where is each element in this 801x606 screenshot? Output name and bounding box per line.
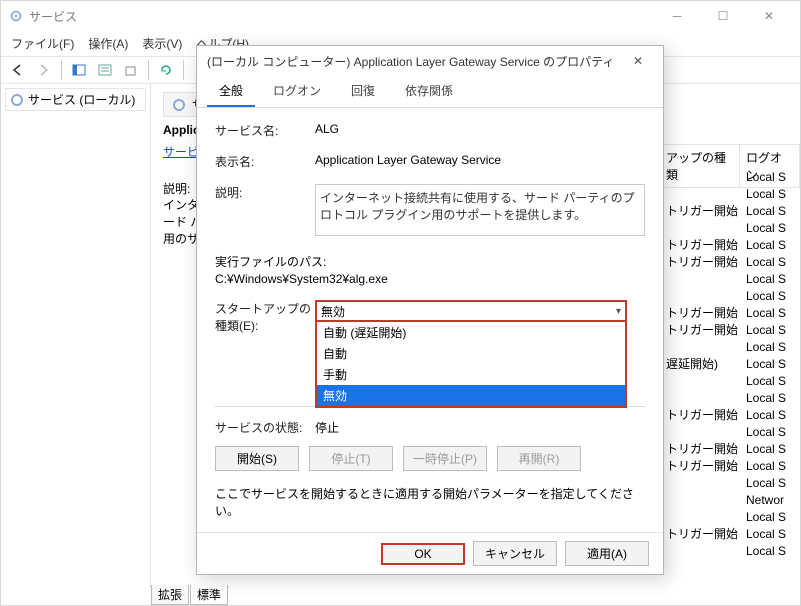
window-titlebar: サービス ─ ☐ ✕ <box>1 1 800 31</box>
display-name-value: Application Layer Gateway Service <box>315 153 645 170</box>
panel-icon <box>72 63 86 77</box>
list-row[interactable]: Local S <box>660 168 800 185</box>
gear-icon <box>172 98 186 112</box>
display-name-label: 表示名: <box>215 153 315 170</box>
list-row[interactable]: Local S <box>660 474 800 491</box>
startup-option[interactable]: 無効 <box>317 385 625 406</box>
cancel-button[interactable]: キャンセル <box>473 541 557 566</box>
list-row[interactable]: Networ <box>660 491 800 508</box>
list-row[interactable]: Local S <box>660 219 800 236</box>
list-row[interactable]: トリガー開始Local S <box>660 321 800 338</box>
list-row[interactable]: トリガー開始Local S <box>660 202 800 219</box>
properties-dialog: (ローカル コンピューター) Application Layer Gateway… <box>196 45 664 575</box>
export-button[interactable] <box>120 59 142 81</box>
startup-option[interactable]: 自動 <box>317 343 625 364</box>
console-tree: サービス (ローカル) <box>1 84 151 588</box>
menu-action[interactable]: 操作(A) <box>88 35 128 52</box>
arrow-right-icon <box>37 63 51 77</box>
list-row[interactable]: Local S <box>660 185 800 202</box>
list-row[interactable]: Local S <box>660 389 800 406</box>
export-icon <box>124 63 138 77</box>
minimize-button[interactable]: ─ <box>654 1 700 31</box>
startup-option[interactable]: 自動 (遅延開始) <box>317 322 625 343</box>
ok-button[interactable]: OK <box>381 543 465 565</box>
back-button[interactable] <box>7 59 29 81</box>
list-row[interactable]: Local S <box>660 372 800 389</box>
startup-type-selected: 無効 <box>321 303 345 320</box>
service-name-value: ALG <box>315 122 645 139</box>
chevron-down-icon: ▾ <box>616 306 621 317</box>
window-title: サービス <box>29 8 77 25</box>
list-row[interactable]: Local S <box>660 270 800 287</box>
list-row[interactable]: トリガー開始Local S <box>660 457 800 474</box>
list-row[interactable]: Local S <box>660 508 800 525</box>
apply-button[interactable]: 適用(A) <box>565 541 649 566</box>
startup-type-dropdown: 自動 (遅延開始) 自動 手動 無効 <box>315 322 627 408</box>
list-row[interactable]: トリガー開始Local S <box>660 406 800 423</box>
tab-general[interactable]: 全般 <box>207 76 255 107</box>
start-params-hint: ここでサービスを開始するときに適用する開始パラメーターを指定してください。 <box>215 485 645 519</box>
resume-service-button: 再開(R) <box>497 446 581 471</box>
tree-item-services-local[interactable]: サービス (ローカル) <box>5 88 146 111</box>
list-row[interactable]: 遅延開始)Local S <box>660 355 800 372</box>
dialog-close-button[interactable]: ✕ <box>623 54 653 68</box>
list-icon <box>98 63 112 77</box>
list-row[interactable]: トリガー開始Local S <box>660 236 800 253</box>
tab-logon[interactable]: ログオン <box>261 76 333 107</box>
status-label: サービスの状態: <box>215 419 315 436</box>
list-row[interactable]: トリガー開始Local S <box>660 525 800 542</box>
list-row[interactable]: Local S <box>660 338 800 355</box>
show-hide-button[interactable] <box>68 59 90 81</box>
exe-path-value: C:¥Windows¥System32¥alg.exe <box>215 272 645 286</box>
list-row[interactable]: Local S <box>660 542 800 559</box>
description-field[interactable] <box>315 184 645 236</box>
list-row[interactable]: Local S <box>660 423 800 440</box>
tree-item-label: サービス (ローカル) <box>28 91 135 108</box>
arrow-left-icon <box>11 63 25 77</box>
startup-option[interactable]: 手動 <box>317 364 625 385</box>
menu-view[interactable]: 表示(V) <box>142 35 182 52</box>
service-name-label: サービス名: <box>215 122 315 139</box>
list-row[interactable]: トリガー開始Local S <box>660 304 800 321</box>
start-service-button[interactable]: 開始(S) <box>215 446 299 471</box>
properties-button[interactable] <box>94 59 116 81</box>
startup-type-label1: スタートアップの <box>215 300 315 317</box>
refresh-button[interactable] <box>155 59 177 81</box>
exe-path-label: 実行ファイルのパス: <box>215 253 645 270</box>
forward-button[interactable] <box>33 59 55 81</box>
dialog-title: (ローカル コンピューター) Application Layer Gateway… <box>207 53 614 70</box>
list-row[interactable]: トリガー開始Local S <box>660 253 800 270</box>
close-button[interactable]: ✕ <box>746 1 792 31</box>
view-tab-extended[interactable]: 拡張 <box>151 585 189 605</box>
menu-file[interactable]: ファイル(F) <box>11 35 74 52</box>
gear-icon <box>10 93 24 107</box>
startup-type-label2: 種類(E): <box>215 317 315 334</box>
description-label: 説明: <box>215 184 315 239</box>
tab-recovery[interactable]: 回復 <box>339 76 387 107</box>
pause-service-button: 一時停止(P) <box>403 446 487 471</box>
maximize-button[interactable]: ☐ <box>700 1 746 31</box>
list-row[interactable]: Local S <box>660 287 800 304</box>
list-row[interactable]: トリガー開始Local S <box>660 440 800 457</box>
gear-icon <box>9 9 23 23</box>
tab-dependencies[interactable]: 依存関係 <box>393 76 465 107</box>
startup-type-combo[interactable]: 無効 ▾ <box>315 300 627 322</box>
refresh-icon <box>159 63 173 77</box>
status-value: 停止 <box>315 419 645 436</box>
stop-service-button: 停止(T) <box>309 446 393 471</box>
